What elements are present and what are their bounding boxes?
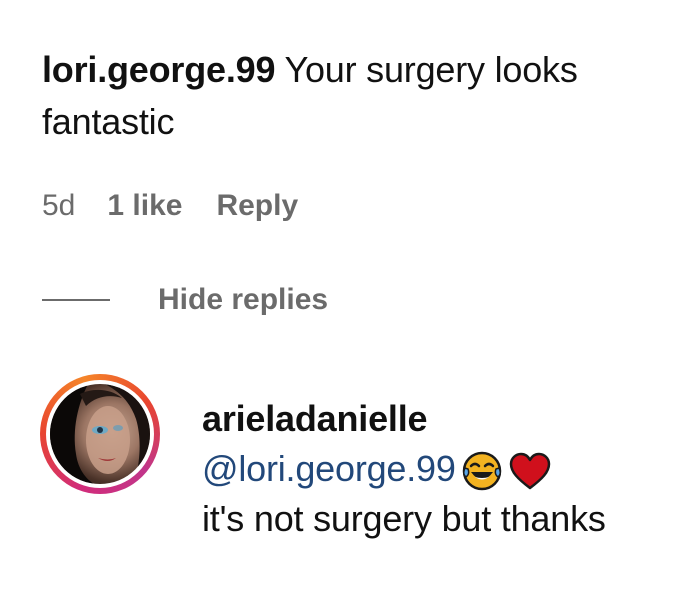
comment: lori.george.99 Your surgery looks fantas… [42,44,662,148]
reply-text: it's not surgery but thanks [202,498,606,539]
avatar[interactable] [40,374,160,494]
comment-meta: 5d 1 like Reply [42,186,298,226]
hide-replies-button[interactable]: Hide replies [42,280,328,320]
avatar-photo [50,384,150,484]
red-heart-emoji-icon [508,451,552,491]
comment-time[interactable]: 5d [42,189,75,223]
reply-button[interactable]: Reply [216,189,298,223]
tears-of-joy-emoji-icon [462,451,502,491]
comment-likes[interactable]: 1 like [107,189,182,223]
avatar-ring-gap [46,380,154,488]
reply-username[interactable]: arieladanielle [202,394,662,444]
reply-mention[interactable]: @lori.george.99 [202,448,456,489]
avatar-portrait-icon [50,384,150,484]
hide-replies-label: Hide replies [158,283,329,316]
comment-username[interactable]: lori.george.99 [42,49,275,90]
divider-line [42,299,110,301]
reply-comment: arieladanielle @lori.george.99 it's not … [202,394,662,544]
